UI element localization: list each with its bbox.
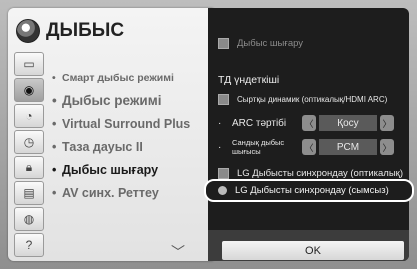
digital-prev-button[interactable]: 〈 — [302, 139, 316, 155]
menu-item-clear-voice[interactable]: • Таза дауыс II — [52, 135, 212, 158]
sound-category-icon[interactable]: ◉ — [14, 77, 44, 102]
arc-value: Қосу — [319, 115, 377, 131]
menu-item-virtual-surround[interactable]: • Virtual Surround Plus — [52, 112, 212, 135]
digital-next-button[interactable]: 〉 — [380, 139, 394, 155]
option-category-icon[interactable]: ▤ — [14, 181, 44, 206]
digital-value: PCM — [319, 139, 377, 155]
sound-out-panel: Дыбыс шығару ТД үндеткіші Сыртқы динамик… — [208, 8, 409, 261]
speaker-icon — [16, 19, 40, 43]
menu-title: ДЫБЫС — [46, 20, 125, 41]
option-lg-wireless-selected[interactable]: LG Дыбысты синхрондау (сымсыз) — [204, 179, 414, 202]
channel-category-icon[interactable]: ◔ — [14, 103, 44, 128]
network-category-icon[interactable]: ◍ — [14, 207, 44, 232]
arc-mode-row: · ARC тәртібі 〈 Қосу 〉 — [218, 115, 403, 131]
menu-item-sound-mode[interactable]: • Дыбыс режимі — [52, 89, 212, 112]
tv-speaker-label: ТД үндеткіші — [218, 74, 280, 86]
menu-item-sound-out[interactable]: • Дыбыс шығару — [52, 158, 212, 181]
chevron-down-icon[interactable]: ﹀ — [171, 242, 185, 262]
sound-menu-panel: ДЫБЫС ▭ ◉ ◔ ◷ 🔒︎ ▤ ◍ ? • Смарт дыбыс режи… — [8, 8, 213, 261]
category-icons: ▭ ◉ ◔ ◷ 🔒︎ ▤ ◍ ? — [14, 52, 44, 257]
digital-out-row: · Сандық дыбыс шығысы 〈 PCM 〉 — [218, 138, 403, 156]
option-sound-out[interactable]: Дыбыс шығару — [218, 38, 403, 49]
checkbox-icon — [218, 38, 229, 49]
checkbox-icon — [218, 168, 229, 179]
menu-item-av-sync[interactable]: • AV синх. Реттеу — [52, 181, 212, 204]
picture-category-icon[interactable]: ▭ — [14, 52, 44, 76]
option-external-speaker[interactable]: Сыртқы динамик (оптикалық/HDMI ARC) — [218, 94, 403, 105]
option-lg-optical[interactable]: LG Дыбысты синхрондау (оптикалық) — [218, 168, 403, 179]
menu-title-row: ДЫБЫС — [16, 16, 124, 46]
sound-menu-list: • Смарт дыбыс режимі • Дыбыс режимі • Virtu… — [52, 66, 212, 204]
lock-category-icon[interactable]: 🔒︎ — [14, 155, 44, 180]
checkbox-icon — [218, 94, 229, 105]
arc-next-button[interactable]: 〉 — [380, 115, 394, 131]
ok-button[interactable]: OK — [222, 241, 404, 260]
time-category-icon[interactable]: ◷ — [14, 129, 44, 154]
menu-item-smart-sound[interactable]: • Смарт дыбыс режимі — [52, 66, 212, 89]
arc-prev-button[interactable]: 〈 — [302, 115, 316, 131]
support-category-icon[interactable]: ? — [14, 233, 44, 257]
radio-icon — [218, 186, 227, 195]
